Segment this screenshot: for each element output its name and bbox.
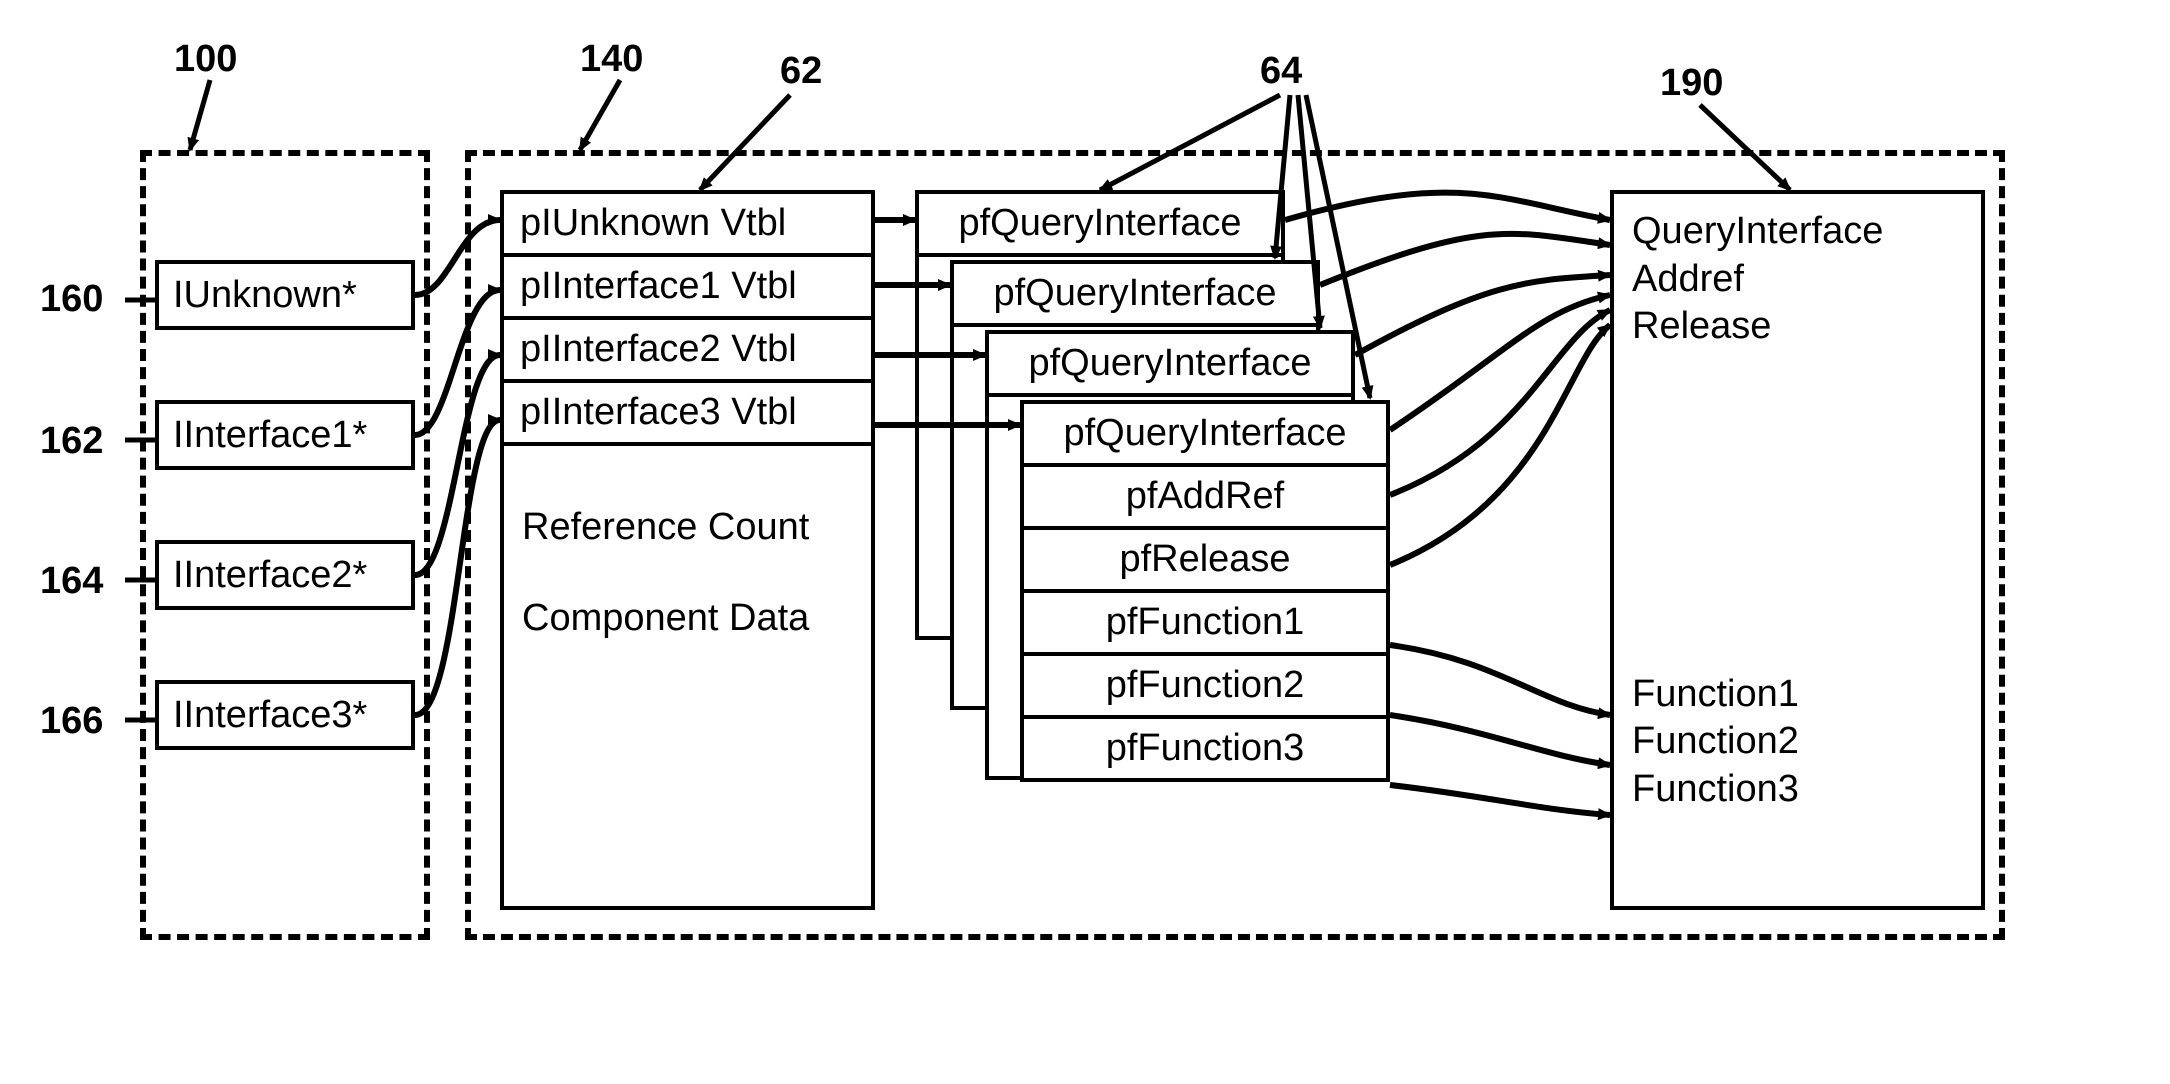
label-100: 100 (174, 38, 237, 81)
label-64: 64 (1260, 50, 1302, 93)
fn-function1: Function1 (1632, 671, 1963, 719)
iinterface1-pointer: IInterface1* (155, 400, 415, 470)
fn-function3: Function3 (1632, 766, 1963, 814)
vtbl-ptr-iunknown: pIUnknown Vtbl (504, 194, 871, 257)
vtbl-ptr-iinterface1: pIInterface1 Vtbl (504, 257, 871, 320)
label-160: 160 (40, 278, 103, 321)
vtable-stack-3: pfQueryInterface pfAddRef pfRelease pfFu… (1020, 400, 1390, 782)
pfqueryinterface-3: pfQueryInterface (1024, 404, 1386, 467)
label-190: 190 (1660, 62, 1723, 105)
component-table: pIUnknown Vtbl pIInterface1 Vtbl pIInter… (500, 190, 875, 910)
fn-queryinterface: QueryInterface (1632, 208, 1963, 256)
iinterface2-pointer: IInterface2* (155, 540, 415, 610)
fn-addref: Addref (1632, 256, 1963, 304)
pfrelease: pfRelease (1024, 530, 1386, 593)
iunknown-pointer: IUnknown* (155, 260, 415, 330)
fn-release: Release (1632, 303, 1963, 351)
pfaddref: pfAddRef (1024, 467, 1386, 530)
pfqueryinterface-2: pfQueryInterface (989, 334, 1351, 397)
functions-box: QueryInterface Addref Release Function1 … (1610, 190, 1985, 910)
label-166: 166 (40, 700, 103, 743)
pffunction3: pfFunction3 (1024, 719, 1386, 778)
pffunction1: pfFunction1 (1024, 593, 1386, 656)
label-162: 162 (40, 420, 103, 463)
label-62: 62 (780, 50, 822, 93)
pfqueryinterface-0: pfQueryInterface (919, 194, 1281, 257)
label-140: 140 (580, 38, 643, 81)
reference-count: Reference Count (504, 446, 871, 557)
pfqueryinterface-1: pfQueryInterface (954, 264, 1316, 327)
fn-function2: Function2 (1632, 718, 1963, 766)
label-164: 164 (40, 560, 103, 603)
vtbl-ptr-iinterface2: pIInterface2 Vtbl (504, 320, 871, 383)
component-data: Component Data (504, 557, 871, 648)
iinterface3-pointer: IInterface3* (155, 680, 415, 750)
pffunction2: pfFunction2 (1024, 656, 1386, 719)
vtbl-ptr-iinterface3: pIInterface3 Vtbl (504, 383, 871, 446)
com-architecture-diagram: 100 140 62 64 190 160 162 164 166 IUnkno… (20, 20, 2170, 1064)
